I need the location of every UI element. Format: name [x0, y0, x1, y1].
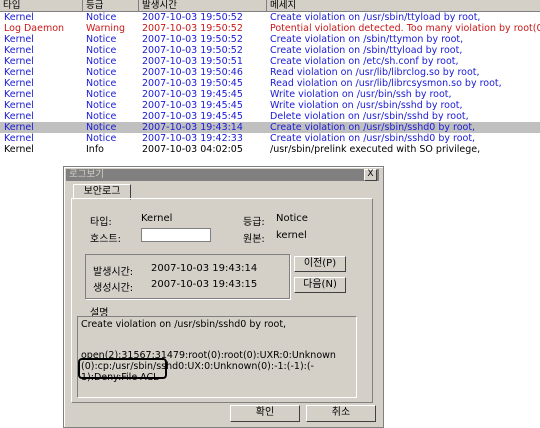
log-row-type: Kernel — [4, 45, 34, 56]
time-group: 발생시간: 2007-10-03 19:43:14 생성시간: 2007-10-… — [85, 254, 290, 299]
log-row[interactable]: Kernel Notice 2007-10-03 19:45:45 Write vio… — [0, 100, 540, 111]
log-row-time: 2007-10-03 04:02:05 — [142, 144, 243, 155]
log-row-type: Log Daemon — [4, 23, 65, 34]
log-row-time: 2007-10-03 19:42:33 — [142, 133, 243, 144]
dialog-titlebar[interactable]: 로그보기 X — [66, 169, 379, 181]
prev-button[interactable]: 이전(P) — [294, 256, 346, 272]
log-row-type: Kernel — [4, 144, 34, 155]
level-label: 등급: — [243, 217, 265, 228]
log-row-message: Create violation on /usr/sbin/sshd0 by r… — [270, 122, 476, 133]
log-row-message: Write violation on /usr/bin/ssh by root, — [270, 89, 452, 100]
log-row-type: Kernel — [4, 12, 34, 23]
log-row[interactable]: Kernel Notice 2007-10-03 19:45:45 Delete vi… — [0, 111, 540, 122]
log-row[interactable]: Kernel Notice 2007-10-03 19:50:46 Read viol… — [0, 67, 540, 78]
log-row-type: Kernel — [4, 100, 34, 111]
cancel-button[interactable]: 취소 — [306, 405, 376, 422]
log-row-message: Create violation on /sbin/ttymon by root… — [270, 34, 464, 45]
log-row-message: Read violation on /usr/lib/librcsysmon.s… — [270, 78, 502, 89]
log-row-level: Notice — [86, 122, 117, 133]
log-row-time: 2007-10-03 19:50:45 — [142, 78, 243, 89]
log-row-level: Notice — [86, 89, 117, 100]
description-line: Create violation on /usr/sbin/sshd0 by r… — [81, 319, 287, 330]
occur-time-value: 2007-10-03 19:43:14 — [151, 263, 258, 274]
highlight-annotation — [78, 358, 167, 379]
log-view-dialog: 로그보기 X 보안로그 타입: Kernel 등급: Notice 호스트: 원… — [63, 166, 384, 428]
log-row-level: Notice — [86, 56, 117, 67]
log-row-time: 2007-10-03 19:45:45 — [142, 111, 243, 122]
log-row[interactable]: Kernel Notice 2007-10-03 19:45:45 Write vio… — [0, 89, 540, 100]
log-row-message: /usr/sbin/prelink executed with SO privi… — [270, 144, 481, 155]
log-row-level: Info — [86, 144, 104, 155]
column-header-message[interactable]: 메세지 — [267, 0, 540, 11]
log-row-time: 2007-10-03 19:45:45 — [142, 100, 243, 111]
log-row[interactable]: Kernel Info 2007-10-03 04:02:05/usr/sbin/p… — [0, 144, 540, 155]
type-value: Kernel — [141, 213, 173, 224]
log-row-level: Notice — [86, 100, 117, 111]
log-row-message: Write violation on /usr/sbin/sshd by roo… — [270, 100, 463, 111]
ok-button[interactable]: 확인 — [230, 405, 300, 422]
log-row-message: Create violation on /usr/sbin/sshd0 by r… — [270, 133, 476, 144]
log-row-level: Notice — [86, 133, 117, 144]
log-row[interactable]: Kernel Notice 2007-10-03 19:50:52 Create vi… — [0, 12, 540, 23]
log-row-level: Notice — [86, 45, 117, 56]
log-row[interactable]: Kernel Notice 2007-10-03 19:50:51 Create vi… — [0, 56, 540, 67]
log-row-level: Notice — [86, 12, 117, 23]
dialog-title: 로그보기 — [69, 169, 104, 180]
column-header-time[interactable]: 발생시간 — [139, 0, 267, 11]
log-row-message: Create violation on /sbin/ttyload by roo… — [270, 45, 463, 56]
log-row-time: 2007-10-03 19:50:52 — [142, 45, 243, 56]
log-row-level: Warning — [86, 23, 126, 34]
column-header-level[interactable]: 등급 — [83, 0, 139, 11]
description-box[interactable]: Create violation on /usr/sbin/sshd0 by r… — [77, 316, 357, 398]
log-row-message: Create violation on /usr/sbin/ttyload by… — [270, 12, 481, 23]
log-list-header: 타입 등급 발생시간 메세지 — [0, 0, 540, 12]
type-label: 타입: — [90, 217, 112, 228]
log-row[interactable]: Kernel Notice 2007-10-03 19:43:14 Create vi… — [0, 122, 540, 133]
log-row-type: Kernel — [4, 67, 34, 78]
security-log-panel: 타입: Kernel 등급: Notice 호스트: 원본: kernel 발생… — [71, 198, 373, 403]
log-row-time: 2007-10-03 19:45:45 — [142, 89, 243, 100]
log-row-type: Kernel — [4, 56, 34, 67]
host-value-field — [141, 228, 211, 242]
log-row[interactable]: Kernel Notice 2007-10-03 19:50:52 Create vi… — [0, 45, 540, 56]
log-row[interactable]: Kernel Notice 2007-10-03 19:50:45 Read viol… — [0, 78, 540, 89]
log-row-level: Notice — [86, 111, 117, 122]
create-time-label: 생성시간: — [93, 283, 134, 294]
create-time-value: 2007-10-03 19:43:15 — [151, 279, 258, 290]
log-row[interactable]: Log Daemon Warning 2007-10-03 19:50:52 Pote… — [0, 23, 540, 34]
source-label: 원본: — [243, 234, 265, 245]
log-row-time: 2007-10-03 19:50:52 — [142, 34, 243, 45]
level-value: Notice — [276, 213, 308, 224]
log-row[interactable]: Kernel Notice 2007-10-03 19:50:52 Create vi… — [0, 34, 540, 45]
log-row-message: Read violation on /usr/lib/librclog.so b… — [270, 67, 480, 78]
source-value: kernel — [276, 230, 307, 241]
log-row-type: Kernel — [4, 34, 34, 45]
occur-time-label: 발생시간: — [93, 267, 134, 278]
log-row-message: Create violation on /etc/sh.conf by root… — [270, 56, 459, 67]
log-row-type: Kernel — [4, 89, 34, 100]
log-row-time: 2007-10-03 19:50:51 — [142, 56, 243, 67]
log-row-message: Delete violation on /usr/sbin/sshd by ro… — [270, 111, 469, 122]
log-row-type: Kernel — [4, 111, 34, 122]
log-row-level: Notice — [86, 67, 117, 78]
log-row-time: 2007-10-03 19:50:52 — [142, 12, 243, 23]
log-row-type: Kernel — [4, 133, 34, 144]
next-button[interactable]: 다음(N) — [294, 277, 346, 293]
log-row-time: 2007-10-03 19:50:46 — [142, 67, 243, 78]
log-row-time: 2007-10-03 19:50:52 — [142, 23, 243, 34]
log-row-type: Kernel — [4, 122, 34, 133]
log-row-message: Potential violation detected. Too many v… — [270, 23, 540, 34]
log-row-level: Notice — [86, 78, 117, 89]
log-row-type: Kernel — [4, 78, 34, 89]
close-button[interactable]: X — [364, 169, 377, 181]
log-row-level: Notice — [86, 34, 117, 45]
host-label: 호스트: — [90, 234, 121, 245]
log-list[interactable]: 타입 등급 발생시간 메세지 Kernel Notice 2007-10-03 19… — [0, 0, 540, 155]
column-header-type[interactable]: 타입 — [0, 0, 83, 11]
log-row-time: 2007-10-03 19:43:14 — [142, 122, 243, 133]
log-row[interactable]: Kernel Notice 2007-10-03 19:42:33 Create vi… — [0, 133, 540, 144]
